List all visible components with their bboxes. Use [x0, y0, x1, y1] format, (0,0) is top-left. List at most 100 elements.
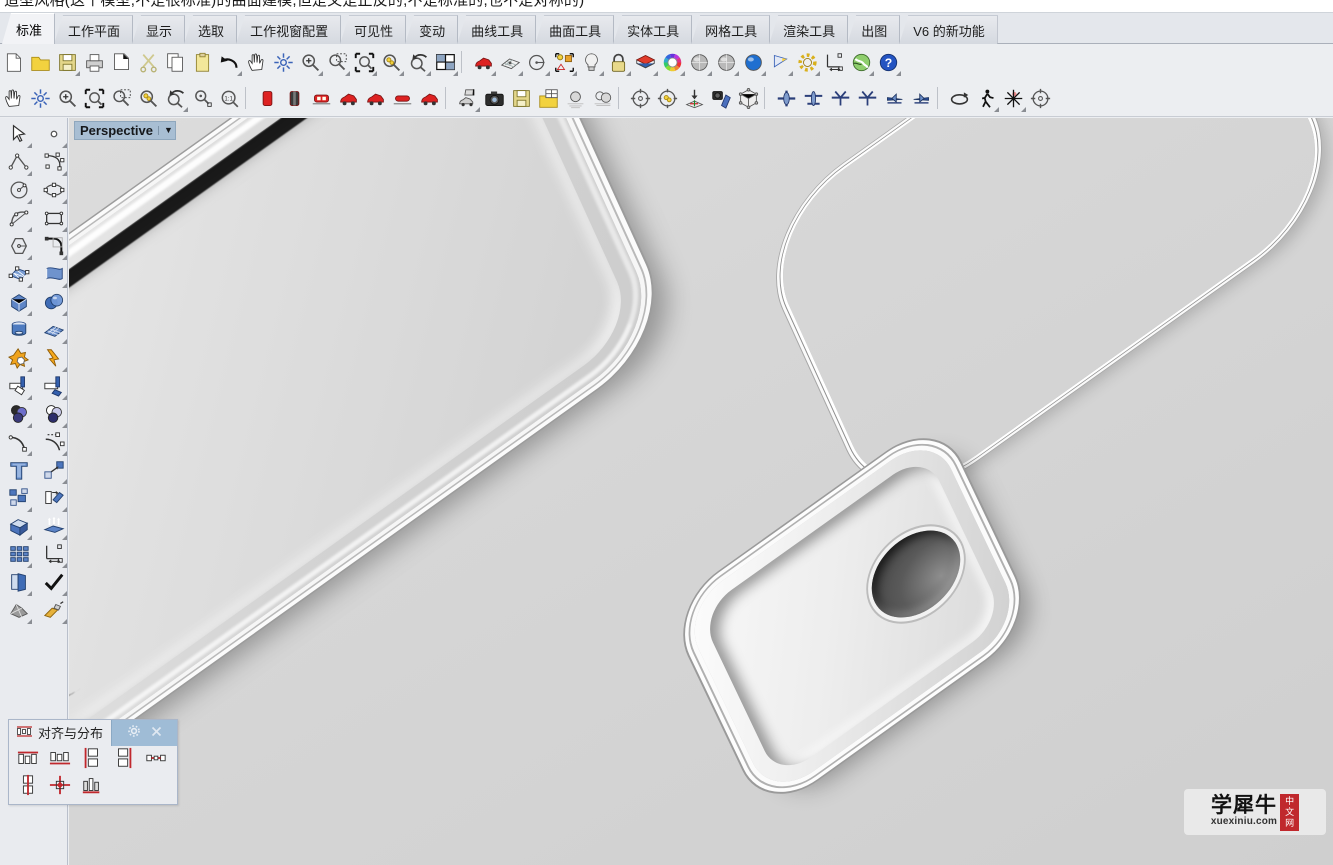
sidebar-boolean-circles-button[interactable] [3, 402, 34, 430]
flyout-corner-icon[interactable] [62, 507, 67, 512]
flyout-corner-icon[interactable] [27, 619, 32, 624]
plane-side-right-button[interactable] [908, 83, 935, 114]
zoom-extents-button[interactable] [81, 83, 108, 114]
zoom-window-button[interactable] [324, 47, 351, 78]
rotate-view-button[interactable] [270, 47, 297, 78]
sidebar-check-object-button[interactable] [38, 570, 69, 598]
zoom-in-button[interactable] [297, 47, 324, 78]
flyout-corner-icon[interactable] [680, 70, 685, 76]
viewport-title-tab[interactable]: Perspective ▼ [74, 121, 176, 140]
flyout-corner-icon[interactable] [62, 619, 67, 624]
align-left-button[interactable] [15, 748, 41, 772]
flyout-corner-icon[interactable] [27, 423, 32, 428]
flyout-corner-icon[interactable] [62, 227, 67, 232]
sidebar-surface-control-points-button[interactable] [3, 262, 34, 290]
close-icon[interactable] [151, 724, 162, 742]
flyout-corner-icon[interactable] [27, 171, 32, 176]
flyout-corner-icon[interactable] [27, 311, 32, 316]
flyout-corner-icon[interactable] [788, 70, 793, 76]
flyout-corner-icon[interactable] [62, 199, 67, 204]
zoom-previous-button[interactable] [405, 47, 432, 78]
sidebar-polygon-button[interactable] [3, 234, 34, 262]
tab-9[interactable]: 实体工具 [613, 15, 693, 44]
sphere-ghosted-button[interactable] [713, 47, 740, 78]
sphere-ground-button[interactable] [562, 83, 589, 114]
flyout-corner-icon[interactable] [27, 283, 32, 288]
flyout-corner-icon[interactable] [27, 339, 32, 344]
align-vertical-center-button[interactable] [15, 774, 41, 799]
layers-stack-button[interactable] [632, 47, 659, 78]
save-view-car-button[interactable] [508, 83, 535, 114]
target-crosshair-button[interactable] [627, 83, 654, 114]
sphere-rendered-button[interactable] [740, 47, 767, 78]
view-front-car-button[interactable] [254, 83, 281, 114]
align-bottom-button[interactable] [111, 747, 137, 772]
pan-hand-button[interactable] [243, 47, 270, 78]
target-circle-button[interactable] [1027, 83, 1054, 114]
align-horizontal-center-button[interactable] [47, 775, 73, 799]
zoom-selected-button[interactable] [135, 83, 162, 114]
flyout-corner-icon[interactable] [599, 70, 604, 76]
sidebar-split-button[interactable] [38, 374, 69, 402]
target-point-button[interactable] [654, 83, 681, 114]
flyout-corner-icon[interactable] [62, 563, 67, 568]
zoom-one-to-one-button[interactable]: 1:1 [216, 83, 243, 114]
sidebar-polyline-button[interactable] [3, 150, 34, 178]
sidebar-dimension-linear-button[interactable] [38, 542, 69, 570]
flyout-corner-icon[interactable] [27, 563, 32, 568]
zoom-previous-button[interactable] [162, 83, 189, 114]
sidebar-rectangle-button[interactable] [38, 206, 69, 234]
flyout-corner-icon[interactable] [62, 479, 67, 484]
distribute-horizontal-button[interactable] [143, 748, 169, 772]
tab-10[interactable]: 网格工具 [691, 15, 771, 44]
camera-button[interactable] [481, 83, 508, 114]
align-right-button[interactable] [47, 748, 73, 772]
flyout-corner-icon[interactable] [27, 591, 32, 596]
zoom-in-out-button[interactable] [54, 83, 81, 114]
view-perspective-car-button[interactable] [416, 83, 443, 114]
new-file-button[interactable] [0, 47, 27, 78]
circle-radius-button[interactable] [524, 47, 551, 78]
tab-6[interactable]: 变动 [405, 15, 459, 44]
flyout-corner-icon[interactable] [896, 70, 901, 76]
plane-side-left-button[interactable] [881, 83, 908, 114]
sidebar-mesh-object-button[interactable] [3, 598, 34, 626]
flyout-corner-icon[interactable] [761, 70, 766, 76]
dimension-button[interactable] [821, 47, 848, 78]
plane-tilt-right-button[interactable] [854, 83, 881, 114]
flyout-corner-icon[interactable] [518, 70, 523, 76]
walk-person-button[interactable] [973, 83, 1000, 114]
flyout-corner-icon[interactable] [27, 507, 32, 512]
flyout-corner-icon[interactable] [62, 423, 67, 428]
flyout-corner-icon[interactable] [27, 143, 32, 148]
flyout-corner-icon[interactable] [994, 106, 999, 112]
plane-front-button[interactable] [773, 83, 800, 114]
color-wheel-button[interactable] [659, 47, 686, 78]
flyout-corner-icon[interactable] [572, 70, 577, 76]
flyout-corner-icon[interactable] [734, 70, 739, 76]
lock-button[interactable] [605, 47, 632, 78]
sidebar-point-object-button[interactable] [38, 122, 69, 150]
plane-top-button[interactable] [800, 83, 827, 114]
set-camera-car-button[interactable] [454, 83, 481, 114]
tab-0[interactable]: 标准 [2, 13, 56, 44]
sidebar-circle-center-radius-button[interactable] [3, 178, 34, 206]
sidebar-layers-panel-button[interactable] [3, 570, 34, 598]
tab-8[interactable]: 曲面工具 [535, 15, 615, 44]
tab-5[interactable]: 可见性 [340, 15, 407, 44]
help-question-button[interactable]: ? [875, 47, 902, 78]
tab-13[interactable]: V6 的新功能 [899, 15, 998, 44]
zoom-window-button[interactable] [108, 83, 135, 114]
rotate-loop-button[interactable] [946, 83, 973, 114]
align-top-button[interactable] [79, 747, 105, 772]
sidebar-render-material-button[interactable] [38, 598, 69, 626]
flyout-corner-icon[interactable] [62, 255, 67, 260]
gear-options-button[interactable] [794, 47, 821, 78]
sidebar-curve-fillet-button[interactable] [38, 234, 69, 262]
flyout-corner-icon[interactable] [183, 106, 188, 112]
named-views-folder-button[interactable] [535, 83, 562, 114]
save-button[interactable] [54, 47, 81, 78]
pan-hand-button[interactable] [0, 83, 27, 114]
cut-scissors-button[interactable] [135, 47, 162, 78]
flyout-corner-icon[interactable] [62, 451, 67, 456]
